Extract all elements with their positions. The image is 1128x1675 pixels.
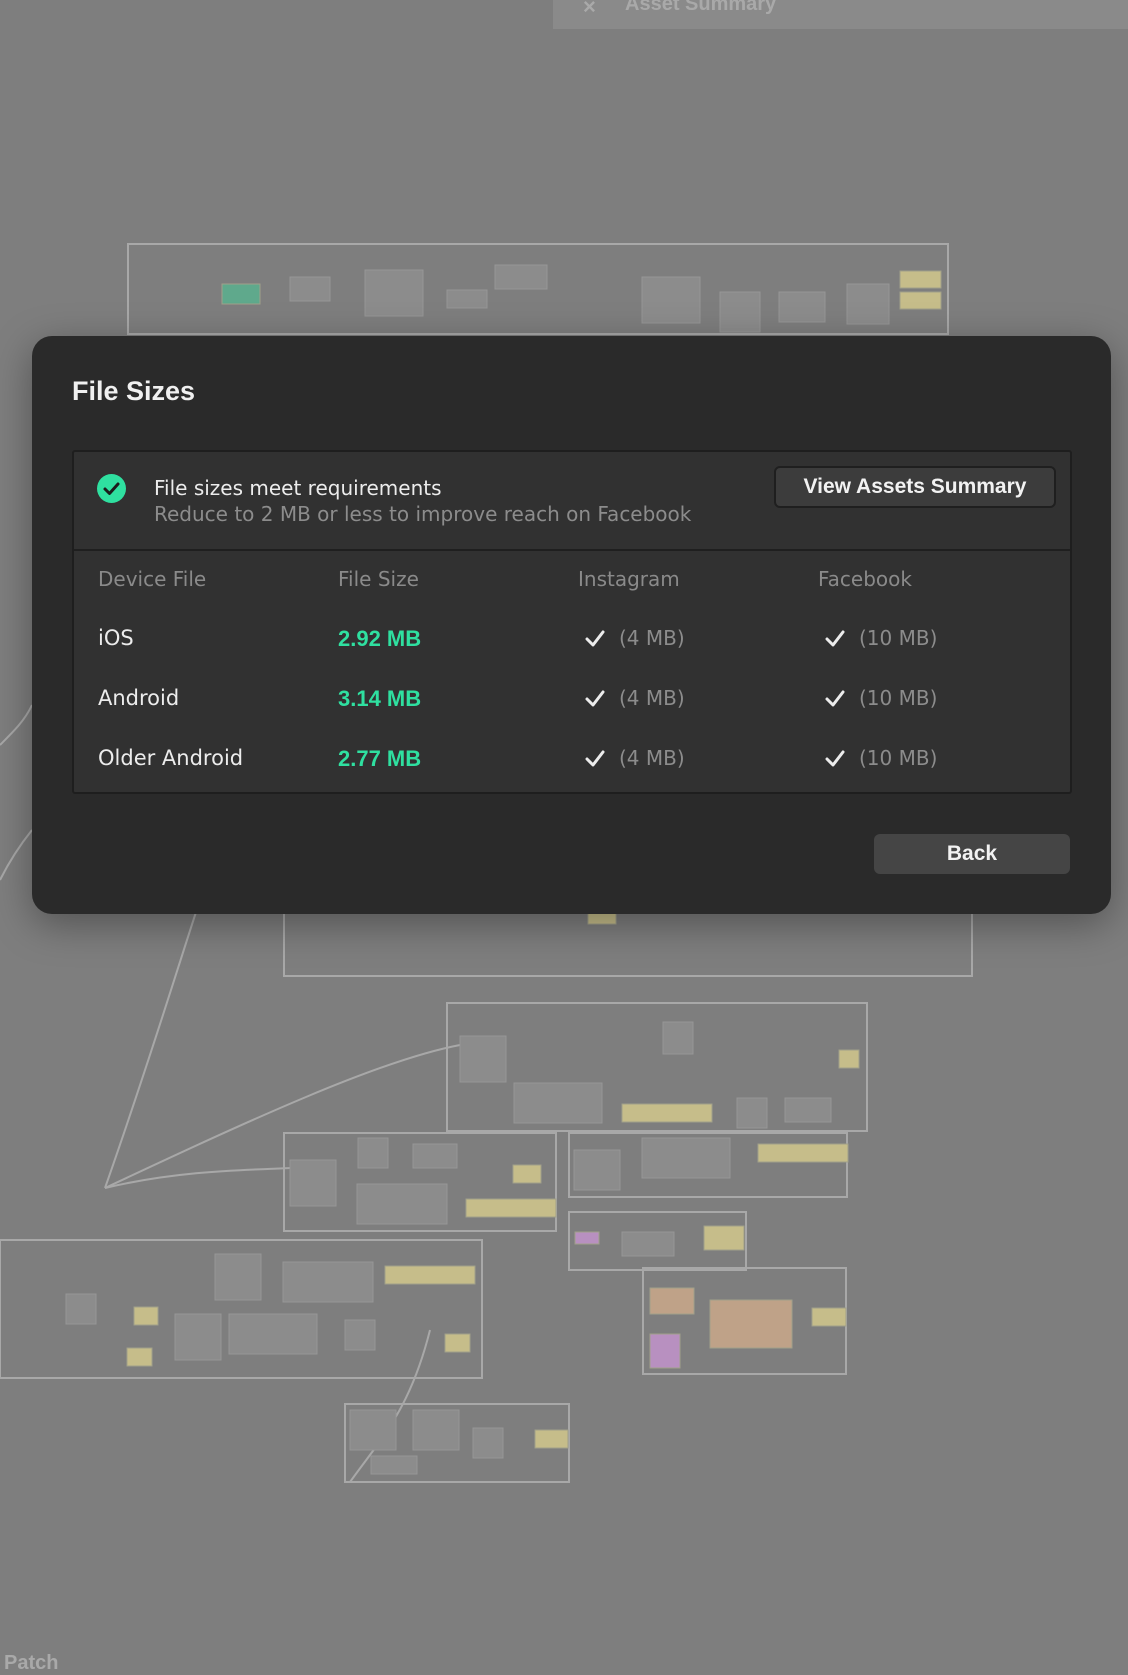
device-file-cell: Android [98,686,180,710]
dialog-title: File Sizes [72,376,196,406]
table-row: iOS 2.92 MB (4 MB) (10 MB) [74,626,1070,666]
checkmark-icon [585,750,605,767]
table-row: Older Android 2.77 MB (4 MB) (10 MB) [74,746,1070,786]
column-header-facebook: Facebook [818,567,912,591]
table-row: Android 3.14 MB (4 MB) (10 MB) [74,686,1070,726]
panel-title: Asset Summary [625,0,777,15]
back-button[interactable]: Back [874,834,1070,874]
instagram-limit: (4 MB) [619,746,685,770]
file-size-cell: 3.14 MB [338,686,422,711]
status-header: File sizes meet requirements Reduce to 2… [74,452,1070,551]
device-file-cell: iOS [98,626,134,650]
instagram-limit: (4 MB) [619,626,685,650]
file-size-cell: 2.77 MB [338,746,422,771]
device-file-cell: Older Android [98,746,244,770]
file-sizes-dialog: File Sizes File sizes meet requirements … [32,336,1111,914]
column-header-file-size: File Size [338,567,419,591]
status-title: File sizes meet requirements [154,476,442,500]
checkmark-icon [825,750,845,767]
view-assets-summary-button[interactable]: View Assets Summary [774,466,1056,508]
file-size-cell: 2.92 MB [338,626,422,651]
checkmark-icon [825,630,845,647]
close-icon[interactable]: × [583,0,596,20]
column-header-device-file: Device File [98,567,207,591]
status-subtitle: Reduce to 2 MB or less to improve reach … [154,502,692,526]
checkmark-icon [825,690,845,707]
checkmark-icon [585,690,605,707]
file-sizes-card: File sizes meet requirements Reduce to 2… [72,450,1072,794]
patch-label: Patch [4,1652,59,1674]
facebook-limit: (10 MB) [859,746,938,770]
facebook-limit: (10 MB) [859,626,938,650]
asset-summary-panel-header: × Asset Summary [553,0,1128,29]
column-header-instagram: Instagram [578,567,680,591]
check-circle-icon [97,474,126,503]
instagram-limit: (4 MB) [619,686,685,710]
checkmark-icon [585,630,605,647]
facebook-limit: (10 MB) [859,686,938,710]
